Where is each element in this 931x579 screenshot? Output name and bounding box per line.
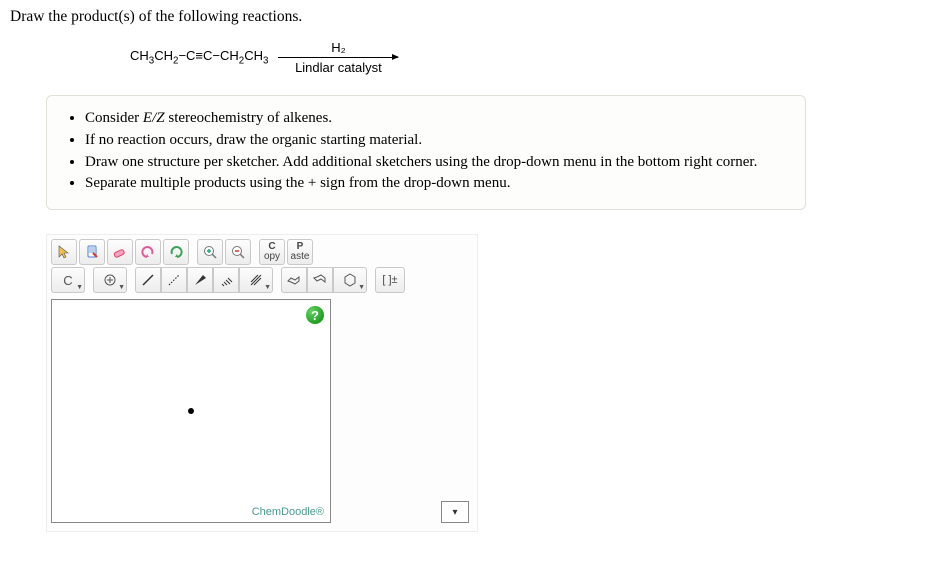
hint-item: If no reaction occurs, draw the organic … <box>85 130 789 152</box>
chevron-down-icon: ▼ <box>118 283 125 291</box>
dotted-bond-tool[interactable] <box>161 267 187 293</box>
help-icon[interactable]: ? <box>306 306 324 324</box>
bracket-label: [ ]± <box>382 274 397 286</box>
ring-tool[interactable]: ▼ <box>333 267 367 293</box>
toolbar-top: C opy P aste <box>51 239 473 265</box>
chevron-down-icon: ▾ <box>452 507 457 518</box>
copy-label-bottom: opy <box>264 252 280 262</box>
multi-bond-tool[interactable]: ▼ <box>239 267 273 293</box>
question-prompt: Draw the product(s) of the following rea… <box>10 8 921 26</box>
paste-label-bottom: aste <box>291 252 310 262</box>
sketcher-panel: C opy P aste C ▼ ▼ <box>46 234 478 532</box>
instruction-box: Consider E/Z stereochemistry of alkenes.… <box>46 95 806 210</box>
reagent-top: H₂ <box>278 40 398 55</box>
reaction-arrow <box>278 57 398 58</box>
chemdoodle-brand: ChemDoodle® <box>252 506 324 518</box>
paste-button[interactable]: P aste <box>287 239 313 265</box>
single-bond-tool[interactable] <box>135 267 161 293</box>
zoom-out-icon[interactable] <box>225 239 251 265</box>
charge-tool[interactable]: ▼ <box>93 267 127 293</box>
wedge-bond-tool[interactable] <box>187 267 213 293</box>
reagent-bottom: Lindlar catalyst <box>278 60 398 75</box>
element-picker[interactable]: C ▼ <box>51 267 85 293</box>
move-tool-icon[interactable] <box>51 239 77 265</box>
erase-tool-icon[interactable] <box>107 239 133 265</box>
hint-item: Consider E/Z stereochemistry of alkenes. <box>85 108 789 130</box>
chair2-tool[interactable] <box>307 267 333 293</box>
reactant: CH3CH2−C≡C−CH2CH3 <box>130 48 268 67</box>
bracket-tool[interactable]: [ ]± <box>375 267 405 293</box>
chevron-down-icon: ▼ <box>76 284 83 291</box>
toolbar-bottom: C ▼ ▼ ▼ ▼ <box>51 267 473 293</box>
canvas-start-atom[interactable] <box>188 408 194 414</box>
chevron-down-icon: ▼ <box>358 283 365 291</box>
add-sketcher-dropdown[interactable]: ▾ <box>441 501 469 523</box>
hint-item: Separate multiple products using the + s… <box>85 173 789 195</box>
undo-tool-icon[interactable] <box>135 239 161 265</box>
reaction-scheme: CH3CH2−C≡C−CH2CH3 H₂ Lindlar catalyst <box>130 40 921 75</box>
chevron-down-icon: ▼ <box>264 283 271 291</box>
hint-item: Draw one structure per sketcher. Add add… <box>85 152 789 174</box>
drawing-canvas[interactable]: ? ChemDoodle® <box>51 299 331 523</box>
copy-button[interactable]: C opy <box>259 239 285 265</box>
clear-tool-icon[interactable] <box>79 239 105 265</box>
chair1-tool[interactable] <box>281 267 307 293</box>
hash-bond-tool[interactable] <box>213 267 239 293</box>
element-label: C <box>63 273 72 288</box>
zoom-in-icon[interactable] <box>197 239 223 265</box>
redo-tool-icon[interactable] <box>163 239 189 265</box>
